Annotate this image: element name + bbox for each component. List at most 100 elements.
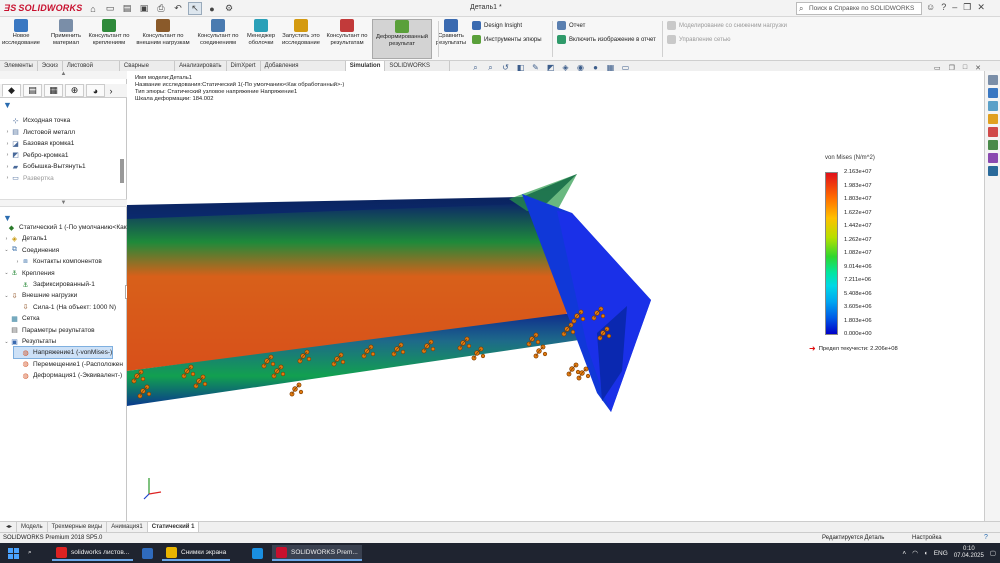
chat-icon[interactable] xyxy=(988,166,998,176)
fixtures-advisor-button[interactable]: Консультант по креплениям xyxy=(86,19,132,59)
command-tab[interactable]: SOLIDWORKS MBD xyxy=(385,61,450,79)
expand-arrow-icon[interactable]: ⌄ xyxy=(3,270,10,276)
include-image-button[interactable]: Включить изображение в отчет xyxy=(557,35,656,44)
command-tab[interactable]: Simulation xyxy=(345,61,386,71)
reduced-model-button[interactable]: Моделирование со сниженим нагрузки xyxy=(667,21,787,30)
expand-arrow-icon[interactable]: › xyxy=(3,236,10,242)
taskbar-app[interactable]: SOLIDWORKS Prem... xyxy=(272,545,362,561)
tree-scrollbar[interactable] xyxy=(120,159,124,183)
bottom-tab[interactable]: Анимация1 xyxy=(107,522,148,532)
expand-arrow-icon[interactable]: ⌄ xyxy=(3,339,10,345)
study-tree-item[interactable]: ⌄ ⚓ Крепления xyxy=(3,268,54,279)
study-tree-item[interactable]: ⌄ ▣ Результаты xyxy=(3,336,56,347)
run-study-button[interactable]: Запустить это исследование xyxy=(280,19,322,59)
study-tree-item[interactable]: ◆ Статический 1 (-По умолчанию<Как от xyxy=(0,222,135,233)
rebuild-icon[interactable]: ● xyxy=(205,2,219,15)
file-explorer-icon[interactable] xyxy=(988,101,998,111)
select-cursor-icon[interactable]: ↖ xyxy=(188,2,202,15)
taskbar-search-icon[interactable]: ⌕ xyxy=(24,545,36,561)
solidworks-resources-icon[interactable] xyxy=(988,75,998,85)
start-button[interactable] xyxy=(4,545,23,561)
expand-arrow-icon[interactable]: ⌄ xyxy=(3,247,10,253)
feature-tree-tab-icon[interactable]: ◆ xyxy=(2,84,21,97)
notifications-icon[interactable]: ▢ xyxy=(990,549,996,557)
compare-results-button[interactable]: Сравнить результаты xyxy=(434,19,468,59)
study-tree-item[interactable]: › ⧈ Контакты компонентов xyxy=(14,256,102,267)
feature-tree-item[interactable]: › ◩ Ребро-кромка1 xyxy=(4,150,69,161)
bottom-tab[interactable]: Модель xyxy=(17,522,48,532)
study-tree-item[interactable]: › ◈ Деталь1 xyxy=(3,233,47,244)
feature-tree-item[interactable]: › ◪ Базовая кромка1 xyxy=(4,138,75,149)
command-tab[interactable]: Эскиз xyxy=(37,61,63,71)
command-tab[interactable]: Анализировать xyxy=(175,61,227,71)
network-icon[interactable]: ◠ xyxy=(912,549,918,557)
taskbar-app[interactable]: Снимки экрана xyxy=(162,545,231,561)
view-palette-icon[interactable] xyxy=(988,114,998,124)
deformed-result-button[interactable]: Деформированный результат xyxy=(372,19,432,59)
taskbar-app[interactable]: solidworks листов... xyxy=(52,545,134,561)
study-tree-item[interactable]: ▦ Сетка xyxy=(3,313,39,324)
study-tree-item[interactable]: ⚓ Зафиксированный-1 xyxy=(14,279,94,290)
expand-arrow-icon[interactable]: ⌄ xyxy=(3,293,10,299)
tab-scroll-arrows-icon[interactable]: ◂▸ xyxy=(2,522,18,532)
study-tree-item[interactable]: ▤ Параметры результатов xyxy=(3,325,94,336)
taskbar-app[interactable] xyxy=(138,545,157,561)
open-folder-icon[interactable]: ▤ xyxy=(120,2,134,15)
language-indicator[interactable]: ENG xyxy=(934,550,948,557)
tray-chevron-icon[interactable]: ˄ xyxy=(902,550,906,557)
study-tree-item[interactable]: ⌄ ⧉ Соединения xyxy=(3,245,59,256)
feature-tree-item[interactable]: › ▰ Бобышка-Вытянуть1 xyxy=(4,161,86,172)
help-search-box[interactable]: ⌕ Поиск в Справке по SOLIDWORKS xyxy=(796,2,922,15)
command-tab[interactable]: Элементы xyxy=(0,61,38,71)
clock[interactable]: 0:10 07.04.2025 xyxy=(954,546,984,560)
dimxpert-tab-icon[interactable]: ⊕ xyxy=(65,84,84,97)
configuration-manager-tab-icon[interactable]: ▦ xyxy=(44,84,63,97)
help-question-icon[interactable]: ? xyxy=(941,2,946,13)
status-units[interactable]: Настройка xyxy=(912,535,942,541)
minimize-icon[interactable]: – xyxy=(952,2,957,13)
options-gear-icon[interactable]: ⚙ xyxy=(222,2,236,15)
restore-icon[interactable]: ❐ xyxy=(963,2,971,13)
panel-collapse-handle[interactable]: ▲ xyxy=(0,71,127,79)
new-document-icon[interactable]: ▭ xyxy=(103,2,117,15)
new-study-button[interactable]: Новое исследование xyxy=(2,19,40,59)
study-tree-item[interactable]: ◍ Напряжение1 (-vonMises-) xyxy=(12,346,114,360)
feature-tree-item[interactable]: › ▭ Развертка xyxy=(4,173,54,184)
graphics-area[interactable]: Имя модели:Деталь1 Название исследования… xyxy=(127,71,984,521)
user-icon[interactable]: ☺ xyxy=(926,2,935,13)
display-manager-tab-icon[interactable]: ◕ xyxy=(86,84,105,97)
bottom-tab[interactable]: Трехмерные виды xyxy=(48,522,108,532)
study-tree-item[interactable]: ◍ Деформация1 (-Эквивалент-) xyxy=(14,370,122,381)
feature-tree-item[interactable]: › ▤ Листовой металл xyxy=(4,127,75,138)
manage-network-button[interactable]: Управление сетью xyxy=(667,35,731,44)
undo-icon[interactable]: ↶ xyxy=(171,2,185,15)
shell-manager-button[interactable]: Менеджер оболочки xyxy=(244,19,278,59)
report-button[interactable]: Отчет xyxy=(557,21,585,30)
panel-splitter[interactable]: ▼ xyxy=(0,199,127,207)
design-library-icon[interactable] xyxy=(988,88,998,98)
appearances-icon[interactable] xyxy=(988,127,998,137)
expand-arrow-icon[interactable]: › xyxy=(4,129,11,135)
command-tab[interactable]: Листовой металл xyxy=(62,61,120,79)
forum-icon[interactable] xyxy=(988,153,998,163)
external-loads-advisor-button[interactable]: Консультант по внешним нагрузкам xyxy=(134,19,192,59)
expand-arrow-icon[interactable]: › xyxy=(4,164,11,170)
command-tab[interactable]: Сварные детали xyxy=(119,61,176,79)
status-help-icon[interactable]: ? xyxy=(984,534,988,541)
home-icon[interactable]: ⌂ xyxy=(86,2,100,15)
results-advisor-button[interactable]: Консультант по результатам xyxy=(324,19,370,59)
command-tab[interactable]: Добавления SOLIDWORKS xyxy=(260,61,346,79)
expand-arrow-icon[interactable]: › xyxy=(4,152,11,158)
expand-arrow-icon[interactable]: › xyxy=(4,175,11,181)
connections-advisor-button[interactable]: Консультант по соединениям xyxy=(194,19,242,59)
property-manager-tab-icon[interactable]: ▤ xyxy=(23,84,42,97)
apply-material-button[interactable]: Применить материал xyxy=(48,19,84,59)
more-tabs-chevron-icon[interactable]: › xyxy=(107,84,115,97)
study-tree-item[interactable]: ⇩ Сила-1 (На объект: 1000 N) xyxy=(14,302,116,313)
taskbar-app[interactable] xyxy=(248,545,267,561)
print-icon[interactable]: ⎙ xyxy=(154,2,168,15)
plot-tools-button[interactable]: Инструменты эпюры xyxy=(472,35,542,44)
expand-arrow-icon[interactable]: › xyxy=(14,259,21,265)
command-tab[interactable]: DimXpert xyxy=(226,61,261,71)
expand-arrow-icon[interactable]: › xyxy=(4,141,11,147)
